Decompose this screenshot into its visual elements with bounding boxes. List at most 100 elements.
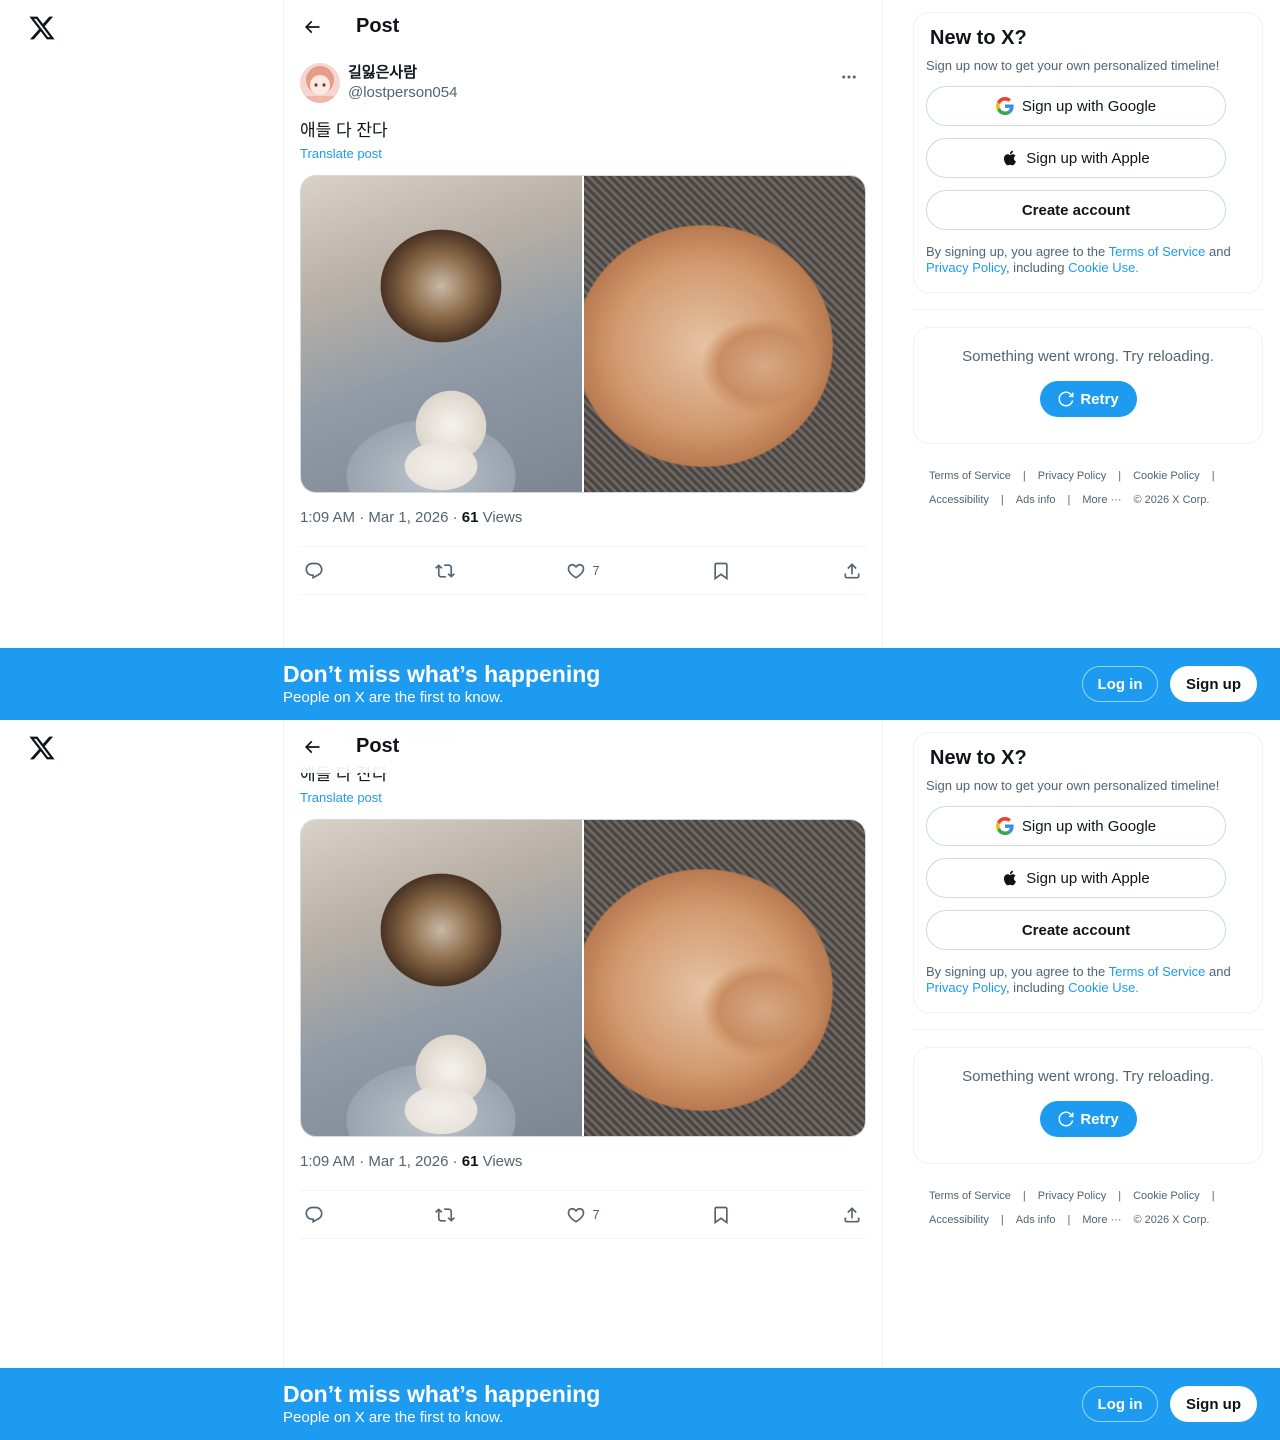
google-signup-label: Sign up with Google (1021, 97, 1157, 115)
login-button[interactable]: Log in (1082, 666, 1158, 702)
top-bar: Post (284, 0, 882, 53)
views-label: Views (478, 1153, 523, 1170)
footer-sep: | (1067, 494, 1071, 506)
repost-icon (435, 563, 456, 578)
bottom-banner: Don’t miss what’s happening People on X … (0, 648, 1280, 720)
orange-cat-photo[interactable] (584, 820, 865, 1136)
legal-prefix: By signing up, you agree to the (926, 964, 1109, 979)
heart-icon (568, 563, 585, 579)
footer-sep: | (1067, 1214, 1071, 1226)
apple-icon (1004, 870, 1017, 886)
footer-sep: | (1000, 494, 1004, 506)
error-card: Something went wrong. Try reloading. Ret… (913, 327, 1263, 444)
post-media (300, 175, 866, 493)
heart-icon (568, 1207, 585, 1223)
reply-icon (305, 562, 323, 579)
post-timestamp[interactable]: 1:09 AM · Mar 1, 2026 · (300, 509, 462, 526)
x-logo-icon[interactable] (28, 14, 56, 42)
footer-cookie[interactable]: Cookie Policy (1133, 470, 1200, 482)
retry-button[interactable]: Retry (1039, 1101, 1137, 1137)
author-names: 길잃은사람 @lostperson054 (348, 63, 457, 103)
footer-ads[interactable]: Ads info (1016, 1214, 1056, 1226)
legal-and: and (1205, 964, 1231, 979)
footer-copyright: © 2026 X Corp. (1133, 494, 1210, 506)
post-author: 길잃은사람 @lostperson054 (300, 63, 866, 103)
bookmark-button[interactable] (707, 561, 735, 581)
avatar[interactable] (300, 63, 340, 103)
footer-more[interactable]: More ··· (1082, 1214, 1121, 1226)
legal-prefix: By signing up, you agree to the (926, 244, 1109, 259)
cookie-link[interactable]: Cookie Use. (1068, 980, 1139, 995)
handle[interactable]: @lostperson054 (348, 83, 457, 103)
repost-button[interactable] (431, 561, 459, 581)
calico-cat-photo[interactable] (301, 176, 582, 492)
apple-signup-button[interactable]: Sign up with Apple (926, 858, 1226, 898)
privacy-link[interactable]: Privacy Policy (926, 260, 1006, 275)
like-button[interactable]: 7 (562, 1205, 603, 1225)
footer-cookie[interactable]: Cookie Policy (1133, 1190, 1200, 1202)
create-account-button[interactable]: Create account (926, 910, 1226, 950)
calico-cat-photo[interactable] (301, 820, 582, 1136)
orange-cat-photo[interactable] (584, 176, 865, 492)
share-button[interactable] (838, 561, 866, 581)
like-button[interactable]: 7 (562, 561, 603, 581)
more-options-icon[interactable] (832, 65, 866, 89)
reply-button[interactable] (300, 561, 328, 581)
footer-terms[interactable]: Terms of Service (929, 470, 1011, 482)
signup-card: New to X? Sign up now to get your own pe… (913, 12, 1263, 293)
refresh-icon (1058, 391, 1074, 407)
post-actions: 7 (300, 546, 866, 595)
retry-button[interactable]: Retry (1039, 381, 1137, 417)
right-sidebar: New to X? Sign up now to get your own pe… (913, 12, 1263, 512)
share-button[interactable] (838, 1205, 866, 1225)
banner-subtitle: People on X are the first to know. (283, 689, 504, 706)
cookie-link[interactable]: Cookie Use. (1068, 260, 1139, 275)
frame-scrolled: 길잃은사람 @lostperson054 Post 애들 다 잔다 Transl… (0, 720, 1280, 1440)
apple-signup-button[interactable]: Sign up with Apple (926, 138, 1226, 178)
legal-including: , including (1005, 980, 1069, 995)
x-logo-icon[interactable] (28, 734, 56, 762)
reply-button[interactable] (300, 1205, 328, 1225)
back-arrow-icon[interactable] (294, 9, 330, 45)
back-arrow-icon[interactable] (294, 729, 330, 765)
footer-privacy[interactable]: Privacy Policy (1038, 470, 1106, 482)
post-meta: 1:09 AM · Mar 1, 2026 · 61 Views (300, 509, 522, 526)
reply-icon (305, 1206, 323, 1223)
terms-link[interactable]: Terms of Service (1109, 964, 1206, 979)
footer-copyright: © 2026 X Corp. (1133, 1214, 1210, 1226)
google-signup-button[interactable]: Sign up with Google (926, 86, 1226, 126)
bottom-banner: Don’t miss what’s happening People on X … (0, 1368, 1280, 1440)
apple-signup-label: Sign up with Apple (1026, 869, 1150, 887)
page-title: Post (356, 735, 400, 757)
translate-post-link[interactable]: Translate post (300, 146, 382, 161)
footer-ads[interactable]: Ads info (1016, 494, 1056, 506)
privacy-link[interactable]: Privacy Policy (926, 980, 1006, 995)
footer-sep: | (1022, 470, 1026, 482)
google-signup-button[interactable]: Sign up with Google (926, 806, 1226, 846)
footer-sep: | (1022, 1190, 1026, 1202)
banner-title: Don’t miss what’s happening (283, 661, 601, 687)
terms-link[interactable]: Terms of Service (1109, 244, 1206, 259)
banner-subtitle: People on X are the first to know. (283, 1409, 504, 1426)
sidebar-divider (913, 309, 1263, 310)
footer-privacy[interactable]: Privacy Policy (1038, 1190, 1106, 1202)
footer-accessibility[interactable]: Accessibility (929, 1214, 989, 1226)
create-account-button[interactable]: Create account (926, 190, 1226, 230)
login-button[interactable]: Log in (1082, 1386, 1158, 1422)
signup-subtitle: Sign up now to get your own personalized… (926, 778, 1220, 793)
google-icon (995, 97, 1014, 115)
main-column: Post 길잃은사람 @lostperson054 애들 다 잔다 Transl… (283, 0, 883, 720)
bookmark-button[interactable] (707, 1205, 735, 1225)
footer-terms[interactable]: Terms of Service (929, 1190, 1011, 1202)
post-timestamp[interactable]: 1:09 AM · Mar 1, 2026 · (300, 1153, 462, 1170)
signup-button[interactable]: Sign up (1170, 666, 1257, 702)
post-text: 애들 다 잔다 (300, 121, 388, 140)
signup-button[interactable]: Sign up (1170, 1386, 1257, 1422)
views-count: 61 (461, 1153, 479, 1170)
footer-accessibility[interactable]: Accessibility (929, 494, 989, 506)
footer-more[interactable]: More ··· (1082, 494, 1121, 506)
translate-post-link[interactable]: Translate post (300, 790, 382, 805)
signup-title: New to X? (930, 747, 1027, 769)
repost-button[interactable] (431, 1205, 459, 1225)
display-name[interactable]: 길잃은사람 (348, 63, 457, 83)
